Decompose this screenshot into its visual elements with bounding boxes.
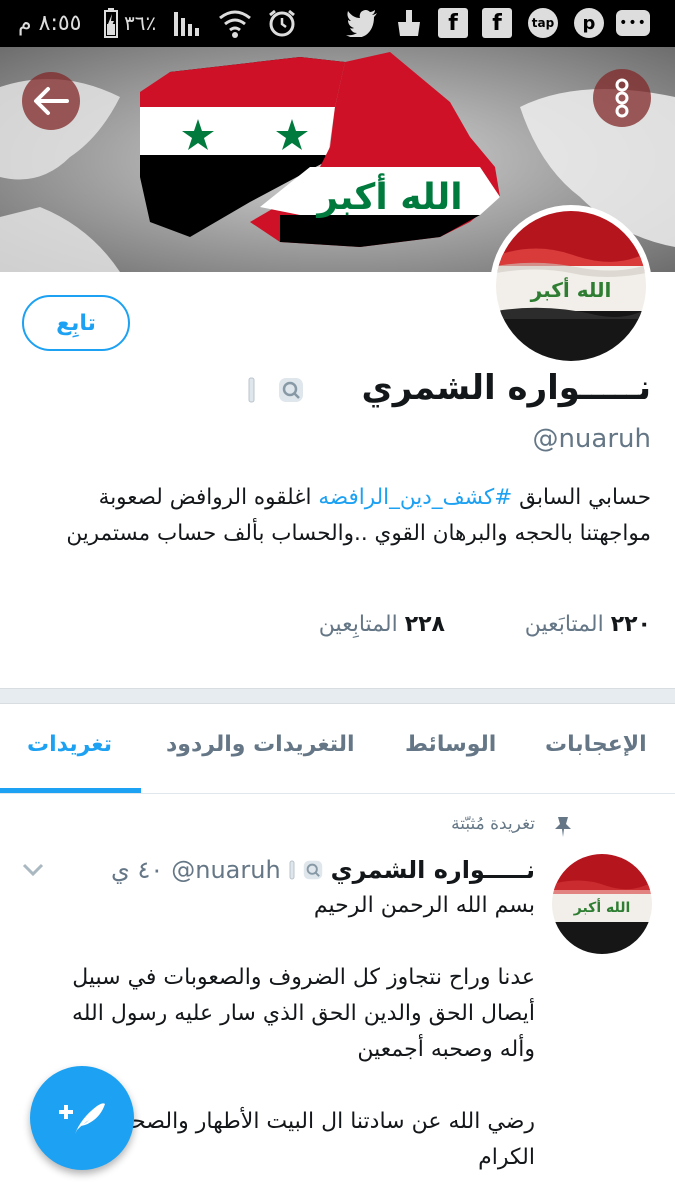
tweet-author-name[interactable]: نـــــواره الشمري <box>331 856 535 884</box>
cleaner-icon <box>394 8 424 38</box>
followers-stat[interactable]: ٢٢٨ المتابِعين <box>319 612 445 637</box>
chevron-down-icon[interactable] <box>22 862 44 878</box>
followers-label: المتابِعين <box>318 612 398 637</box>
battery-icon <box>103 8 119 38</box>
following-count: ٢٢٠ <box>610 612 651 637</box>
compose-feather-icon <box>59 1103 105 1134</box>
profile-bio: حسابي السابق #كشف_دين_الرافضه اغلقوه الر… <box>21 480 651 552</box>
bio-text-prefix: حسابي السابق <box>512 485 651 510</box>
alarm-icon <box>266 8 298 38</box>
bar-badge-icon <box>248 377 255 402</box>
search-badge-icon <box>303 860 322 880</box>
twitter-icon <box>346 8 378 38</box>
back-button[interactable] <box>22 72 80 130</box>
tab-likes[interactable]: الإعجابات <box>545 732 647 757</box>
tweet-avatar[interactable]: الله أكبر <box>552 854 652 954</box>
tabs-border <box>0 793 675 794</box>
followers-count: ٢٢٨ <box>404 612 445 637</box>
bio-hashtag-link[interactable]: #كشف_دين_الرافضه <box>318 485 512 510</box>
tweet-header: ٤٠ ي @nuaruh نـــــواره الشمري <box>111 856 535 884</box>
tweet-avatar-flag-image: الله أكبر <box>552 854 652 954</box>
signal-icon <box>172 8 204 38</box>
section-divider <box>0 688 675 704</box>
flag-takbir: الله أكبر <box>315 173 462 218</box>
clock-text: ٨:٥٥ م <box>18 10 82 36</box>
messenger-icon: p <box>574 8 604 38</box>
more-vertical-icon <box>615 78 629 118</box>
tab-tweets[interactable]: تغريدات <box>27 732 112 757</box>
pinned-label: تغريدة مُثبّتة <box>451 814 535 834</box>
compose-tweet-button[interactable] <box>30 1066 134 1170</box>
profile-name: نـــــواره الشمري <box>361 368 651 408</box>
avatar-flag-image: الله أكبر <box>496 211 646 361</box>
wifi-icon <box>218 8 252 38</box>
tweet-time: ٤٠ ي <box>111 856 164 884</box>
tap-icon: tap <box>528 8 558 38</box>
avatar-flag-text: الله أكبر <box>530 276 612 302</box>
facebook-icon: f <box>438 8 468 38</box>
more-icon: ••• <box>616 10 650 36</box>
tweet-avatar-flag-text: الله أكبر <box>573 898 631 916</box>
follow-button[interactable]: تابِع <box>22 295 130 351</box>
overflow-menu-button[interactable] <box>593 69 651 127</box>
search-badge-icon <box>278 377 303 402</box>
facebook-icon: f <box>482 8 512 38</box>
profile-avatar[interactable]: الله أكبر <box>490 205 652 367</box>
tab-tweets-replies[interactable]: التغريدات والردود <box>166 732 355 757</box>
status-bar: ٨:٥٥ م ٣٦٪ f f tap p ••• <box>0 0 675 47</box>
tweet-author-handle: @nuaruh <box>171 856 281 884</box>
following-label: المتابَعين <box>524 612 604 637</box>
tab-media[interactable]: الوسائط <box>405 732 496 757</box>
following-stat[interactable]: ٢٢٠ المتابَعين <box>525 612 651 637</box>
pin-icon <box>555 817 571 837</box>
profile-name-row: نـــــواره الشمري <box>230 368 651 408</box>
arrow-left-icon <box>34 87 69 115</box>
bar-badge-icon <box>289 860 295 880</box>
battery-percent: ٣٦٪ <box>124 11 157 35</box>
tweet-text: بسم الله الرحمن الرحيم عدنا وراح نتجاوز … <box>71 893 535 1170</box>
profile-handle: @nuaruh <box>532 424 651 454</box>
